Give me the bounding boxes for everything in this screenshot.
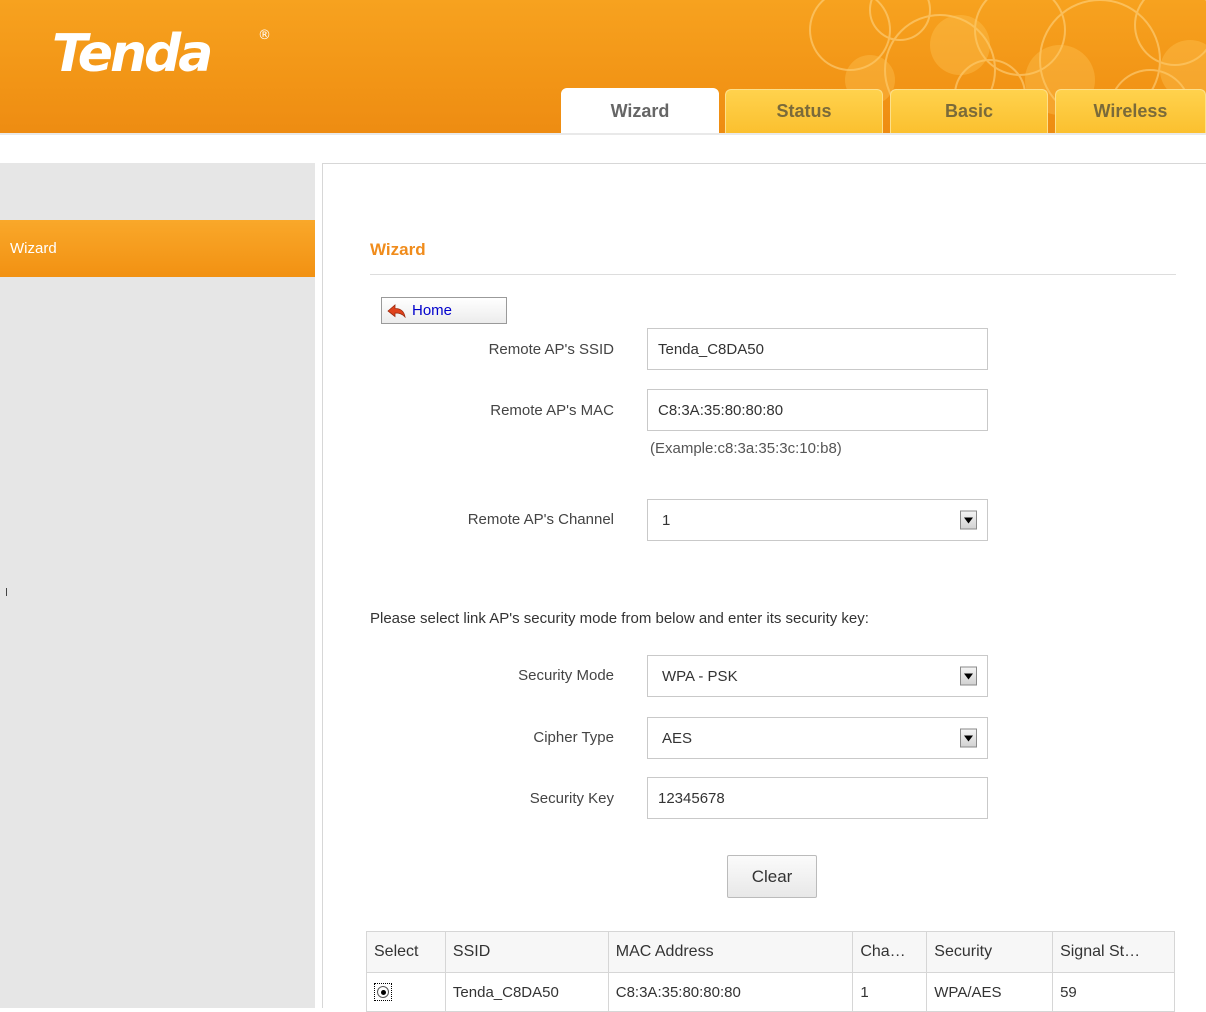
- security-key-input[interactable]: [647, 777, 988, 819]
- header-bar: Tenda ® Wizard Status Basic Wireless: [0, 0, 1206, 133]
- registered-mark: ®: [258, 28, 271, 43]
- security-instruction: Please select link AP's security mode fr…: [370, 610, 869, 627]
- table-header-row: Select SSID MAC Address Cha… Security Si…: [366, 931, 1175, 973]
- page-title: Wizard: [370, 240, 426, 259]
- dropdown-arrow-icon[interactable]: [960, 666, 977, 686]
- tenda-logo: Tenda: [52, 24, 213, 84]
- select-cell: [366, 972, 446, 1012]
- security-cell: WPA/AES: [926, 972, 1054, 1012]
- cipher-type-select[interactable]: AES: [647, 717, 988, 759]
- ssid-input[interactable]: [647, 328, 988, 370]
- column-header-select: Select: [366, 931, 446, 973]
- sidebar: Wizard: [0, 163, 315, 1008]
- home-button[interactable]: Home: [381, 297, 507, 324]
- radio-selected-icon[interactable]: [374, 983, 392, 1001]
- dropdown-arrow-icon[interactable]: [960, 510, 977, 530]
- channel-label: Remote AP's Channel: [467, 511, 614, 528]
- security-mode-value: WPA - PSK: [662, 667, 738, 685]
- cipher-type-value: AES: [662, 729, 693, 747]
- ssid-label: Remote AP's SSID: [488, 341, 614, 358]
- tab-wireless[interactable]: Wireless: [1055, 89, 1206, 133]
- column-header-ssid: SSID: [444, 931, 609, 973]
- security-key-label: Security Key: [529, 790, 614, 807]
- title-divider: [370, 274, 1176, 275]
- window-edge-mark: [6, 588, 7, 596]
- return-arrow-icon: [387, 303, 406, 318]
- dropdown-arrow-icon[interactable]: [960, 728, 977, 748]
- channel-select[interactable]: 1: [647, 499, 988, 541]
- tab-basic[interactable]: Basic: [890, 89, 1048, 133]
- ssid-cell: Tenda_C8DA50: [444, 972, 609, 1012]
- cipher-type-label: Cipher Type: [533, 729, 614, 746]
- channel-select-value: 1: [662, 511, 671, 529]
- channel-cell: 1: [852, 972, 928, 1012]
- column-header-security: Security: [926, 931, 1054, 973]
- column-header-signal-strength: Signal St…: [1052, 931, 1175, 973]
- mac-cell: C8:3A:35:80:80:80: [607, 972, 854, 1012]
- mac-input[interactable]: [647, 389, 988, 431]
- mac-example-hint: (Example:c8:3a:35:3c:10:b8): [650, 440, 842, 457]
- mac-label: Remote AP's MAC: [490, 402, 614, 419]
- column-header-mac-address: MAC Address: [607, 931, 854, 973]
- tab-wizard[interactable]: Wizard: [561, 88, 719, 133]
- clear-button[interactable]: Clear: [727, 855, 817, 898]
- header-divider: [0, 133, 1206, 135]
- tab-status[interactable]: Status: [725, 89, 883, 133]
- content-top-border: [322, 163, 1206, 164]
- home-button-label: Home: [412, 302, 453, 319]
- ap-scan-table: Select SSID MAC Address Cha… Security Si…: [366, 931, 1175, 1012]
- security-mode-select[interactable]: WPA - PSK: [647, 655, 988, 697]
- table-row[interactable]: Tenda_C8DA50 C8:3A:35:80:80:80 1 WPA/AES…: [366, 972, 1175, 1012]
- signal-cell: 59: [1052, 972, 1175, 1012]
- security-mode-label: Security Mode: [518, 667, 614, 684]
- column-header-channel: Cha…: [852, 931, 928, 973]
- content-left-border: [322, 163, 323, 1008]
- sidebar-item-wizard[interactable]: Wizard: [0, 220, 315, 277]
